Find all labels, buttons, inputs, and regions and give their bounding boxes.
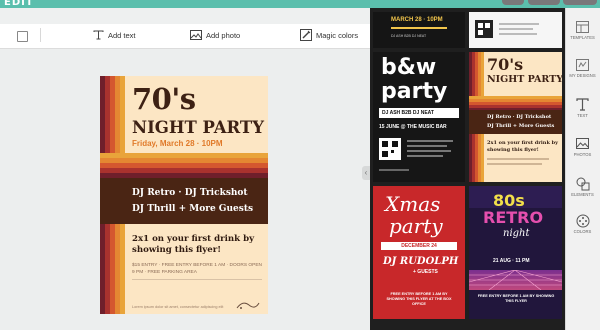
template-text: FREE ENTRY BEFORE 1 AM BY SHOWING THIS F… bbox=[386, 292, 452, 306]
flyer-brand-logo bbox=[235, 299, 261, 312]
template-thumbnail[interactable]: Xmas party DECEMBER 24 DJ RUDOLPH + GUES… bbox=[373, 186, 465, 319]
top-bar-button[interactable] bbox=[563, 0, 597, 5]
template-text: DJ ASH B2B DJ NEAT bbox=[391, 34, 427, 38]
template-rule bbox=[499, 33, 537, 35]
sidebar-item-text[interactable]: TEXT bbox=[565, 98, 600, 118]
template-title: NIGHT PARTY bbox=[487, 74, 562, 85]
template-rule bbox=[379, 169, 409, 171]
flyer-dj-band: DJ Retro · DJ Trickshot DJ Thrill + More… bbox=[469, 110, 562, 134]
right-sidebar bbox=[565, 8, 600, 330]
template-rule bbox=[407, 140, 453, 142]
template-text: DJ RUDOLPH bbox=[383, 256, 459, 267]
flyer-title-night-party[interactable]: NIGHT PARTY bbox=[132, 118, 264, 137]
template-title: b&w party bbox=[381, 55, 448, 104]
template-text: 15 JUNE @ THE MUSIC BAR bbox=[379, 124, 447, 130]
template-text: DJ Thrill + More Guests bbox=[487, 123, 555, 129]
elements-icon bbox=[576, 177, 590, 190]
template-title: party bbox=[389, 214, 443, 238]
template-title: night bbox=[503, 228, 530, 239]
my-designs-icon bbox=[576, 58, 590, 71]
template-thumbnail[interactable]: 70's NIGHT PARTY DJ Retro · DJ Trickshot… bbox=[469, 52, 562, 182]
template-title: 70's bbox=[487, 55, 524, 74]
add-photo-label: Add photo bbox=[206, 30, 241, 40]
flyer-djs-line1[interactable]: DJ Retro · DJ Trickshot bbox=[132, 188, 248, 198]
flyer-fine-print[interactable]: $15 ENTRY · FREE ENTRY BEFORE 1 AM · DOO… bbox=[132, 262, 262, 276]
sidebar-item-label: PHOTOS bbox=[573, 152, 592, 157]
add-text-label: Add text bbox=[108, 30, 136, 40]
magic-colors-button[interactable]: Magic colors bbox=[300, 29, 358, 41]
text-icon bbox=[576, 98, 590, 111]
top-bar-button[interactable] bbox=[528, 0, 560, 5]
template-thumbnail[interactable] bbox=[469, 12, 562, 48]
app-logo: EDIT bbox=[4, 0, 34, 8]
magic-wand-icon bbox=[300, 29, 312, 41]
colors-icon bbox=[576, 214, 590, 227]
sidebar-item-label: ELEMENTS bbox=[571, 192, 594, 197]
template-rule bbox=[407, 155, 443, 157]
template-text: MARCH 28 · 10PM bbox=[391, 17, 443, 23]
template-text: + GUESTS bbox=[413, 269, 438, 275]
template-rule bbox=[487, 158, 549, 160]
toolbar-divider bbox=[40, 28, 41, 42]
photo-icon bbox=[190, 29, 202, 41]
magic-colors-label: Magic colors bbox=[316, 30, 359, 40]
template-thumbnail[interactable]: b&w party DJ ASH B2B DJ NEAT 15 JUNE @ T… bbox=[373, 52, 465, 182]
template-rule bbox=[499, 28, 533, 30]
template-text: DJ Retro · DJ Trickshot bbox=[487, 114, 552, 120]
top-bar-button[interactable] bbox=[502, 0, 524, 5]
flyer-dj-band: DJ Retro · DJ Trickshot DJ Thrill + More… bbox=[100, 178, 268, 224]
sidebar-item-my-designs[interactable]: MY DESIGNS bbox=[565, 58, 600, 78]
template-band: DJ ASH B2B DJ NEAT bbox=[379, 108, 459, 118]
template-text: 2x1 on your first drink by showing this … bbox=[487, 140, 559, 153]
flyer-offer[interactable]: 2x1 on your first drink by showing this … bbox=[132, 234, 262, 256]
sidebar-item-label: TEXT bbox=[577, 113, 588, 118]
add-text-button[interactable]: Add text bbox=[92, 29, 136, 41]
flyer-color-bars bbox=[469, 96, 562, 110]
collapse-panel-button[interactable]: ‹ bbox=[362, 166, 370, 180]
flyer-title-70s[interactable]: 70's bbox=[132, 82, 196, 116]
templates-icon bbox=[576, 20, 590, 33]
flyer-footer[interactable]: Lorem ipsum dolor sit amet, consectetur … bbox=[132, 305, 223, 309]
template-rule bbox=[407, 145, 447, 147]
flyer-design[interactable]: 70's NIGHT PARTY Friday, March 28 · 10PM… bbox=[100, 76, 268, 314]
photos-icon bbox=[576, 137, 590, 150]
sidebar-item-label: MY DESIGNS bbox=[569, 73, 596, 78]
sidebar-item-label: COLORS bbox=[573, 229, 592, 234]
flyer-date[interactable]: Friday, March 28 · 10PM bbox=[132, 139, 223, 148]
select-checkbox[interactable] bbox=[17, 31, 28, 42]
template-title: 80s bbox=[493, 191, 525, 210]
template-text: FREE ENTRY BEFORE 1 AM BY SHOWING THIS F… bbox=[477, 294, 555, 303]
template-title: RETRO bbox=[483, 208, 544, 227]
flyer-djs-line2[interactable]: DJ Thrill + More Guests bbox=[132, 204, 253, 214]
sidebar-item-colors[interactable]: COLORS bbox=[565, 214, 600, 234]
template-thumbnail[interactable]: MARCH 28 · 10PM DJ ASH B2B DJ NEAT bbox=[373, 12, 465, 48]
sidebar-item-photos[interactable]: PHOTOS bbox=[565, 137, 600, 157]
template-rule bbox=[391, 27, 447, 29]
text-icon bbox=[92, 29, 104, 41]
template-text: DJ ASH B2B DJ NEAT bbox=[382, 110, 434, 116]
template-rule bbox=[407, 150, 451, 152]
qr-code-icon bbox=[379, 138, 401, 160]
template-text: DECEMBER 24 bbox=[401, 243, 437, 249]
flyer-divider bbox=[132, 279, 262, 280]
sidebar-item-elements[interactable]: ELEMENTS bbox=[565, 177, 600, 197]
qr-code-icon bbox=[475, 20, 493, 38]
template-grid bbox=[469, 269, 562, 291]
template-thumbnail[interactable]: 80s RETRO night 21 AUG · 11 PM FREE ENTR… bbox=[469, 186, 562, 319]
template-band: DECEMBER 24 bbox=[381, 242, 457, 250]
add-photo-button[interactable]: Add photo bbox=[190, 29, 240, 41]
sidebar-item-label: TEMPLATES bbox=[570, 35, 595, 40]
sidebar-item-templates[interactable]: TEMPLATES bbox=[565, 20, 600, 40]
template-text: 21 AUG · 11 PM bbox=[493, 258, 530, 264]
flyer-color-bars bbox=[100, 153, 268, 178]
template-rule bbox=[487, 163, 542, 165]
template-rule bbox=[499, 23, 539, 25]
template-title: Xmas bbox=[385, 192, 441, 216]
